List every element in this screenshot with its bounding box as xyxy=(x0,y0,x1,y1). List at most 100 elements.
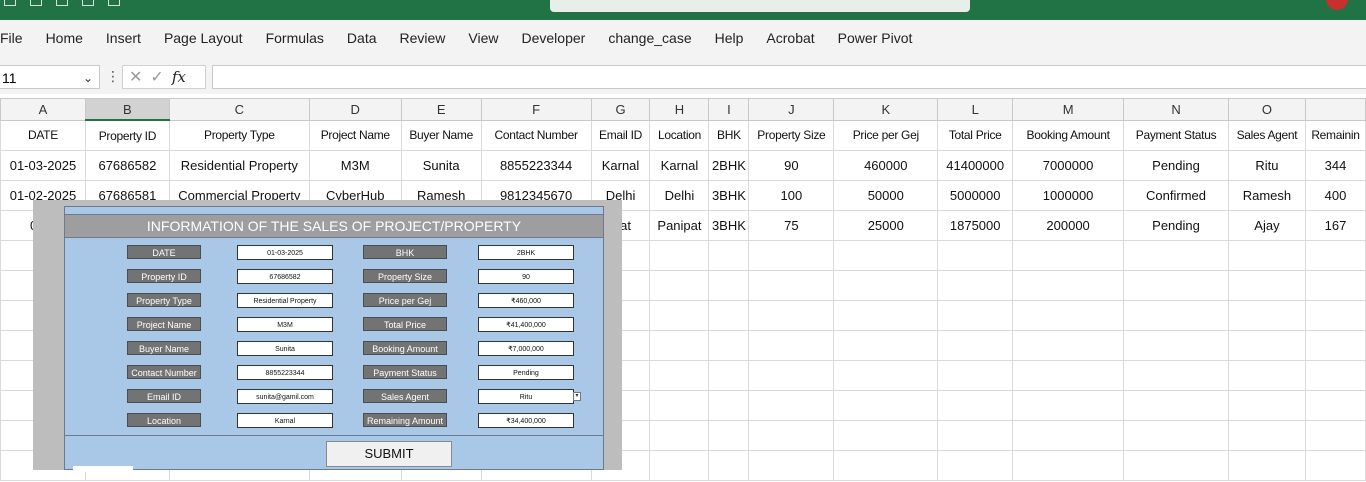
table-cell[interactable] xyxy=(937,300,1014,331)
header-cell[interactable]: Property ID xyxy=(84,119,170,151)
table-cell[interactable] xyxy=(1304,390,1366,421)
table-cell[interactable] xyxy=(649,270,710,301)
table-cell[interactable] xyxy=(1012,240,1125,271)
table-cell[interactable] xyxy=(708,240,750,271)
table-cell[interactable]: 460000 xyxy=(833,150,939,181)
search-box[interactable] xyxy=(550,0,970,12)
tab-formulas[interactable]: Formulas xyxy=(254,30,335,46)
table-cell[interactable] xyxy=(1304,240,1366,271)
table-cell[interactable] xyxy=(649,360,710,391)
column-header[interactable] xyxy=(1304,98,1366,121)
tab-acrobat[interactable]: Acrobat xyxy=(755,30,826,46)
remaining-amount-field[interactable]: ₹34,400,000 xyxy=(478,413,574,428)
column-header[interactable]: O xyxy=(1227,98,1306,121)
table-cell[interactable] xyxy=(708,390,750,421)
date-field[interactable]: 01-03-2025 xyxy=(237,245,333,260)
total-price-field[interactable]: ₹41,400,000 xyxy=(478,317,574,332)
table-cell[interactable] xyxy=(937,450,1014,481)
column-header[interactable]: A xyxy=(0,98,86,121)
new-file-icon[interactable] xyxy=(82,0,94,6)
table-cell[interactable]: Karnal xyxy=(590,150,651,181)
table-cell[interactable] xyxy=(833,330,939,361)
table-cell[interactable] xyxy=(748,420,835,451)
table-cell[interactable] xyxy=(1123,330,1229,361)
table-cell[interactable] xyxy=(1227,300,1306,331)
header-cell[interactable]: Price per Gej xyxy=(833,119,939,151)
table-cell[interactable]: 1000000 xyxy=(1012,180,1125,211)
column-header[interactable]: D xyxy=(308,98,402,121)
table-cell[interactable] xyxy=(1227,270,1306,301)
table-cell[interactable]: Sunita xyxy=(400,150,482,181)
table-cell[interactable] xyxy=(708,330,750,361)
chevron-down-icon[interactable]: ▾ xyxy=(573,392,581,401)
table-cell[interactable]: 75 xyxy=(748,210,835,241)
tab-insert[interactable]: Insert xyxy=(94,30,152,46)
table-cell[interactable]: Ritu xyxy=(1227,150,1306,181)
column-header[interactable]: H xyxy=(649,98,710,121)
table-cell[interactable]: 90 xyxy=(748,150,835,181)
table-cell[interactable] xyxy=(649,420,710,451)
table-cell[interactable] xyxy=(708,420,750,451)
table-cell[interactable]: 167 xyxy=(1304,210,1366,241)
table-cell[interactable]: 41400000 xyxy=(937,150,1014,181)
table-cell[interactable] xyxy=(649,450,710,481)
tab-help[interactable]: Help xyxy=(703,30,755,46)
column-header[interactable]: G xyxy=(590,98,651,121)
table-cell[interactable] xyxy=(1123,420,1229,451)
table-cell[interactable]: 01-03-2025 xyxy=(0,150,86,181)
table-cell[interactable]: Ramesh xyxy=(1227,180,1306,211)
table-cell[interactable] xyxy=(708,270,750,301)
tab-home[interactable]: Home xyxy=(34,30,94,46)
table-cell[interactable] xyxy=(1123,240,1229,271)
header-cell[interactable]: Property Type xyxy=(168,119,310,151)
header-cell[interactable]: Project Name xyxy=(308,119,402,151)
table-cell[interactable] xyxy=(748,240,835,271)
table-cell[interactable] xyxy=(937,420,1014,451)
insert-function-icon[interactable]: fx xyxy=(172,68,186,86)
table-cell[interactable] xyxy=(748,390,835,421)
table-cell[interactable] xyxy=(833,450,939,481)
formula-input[interactable] xyxy=(212,65,1366,89)
table-cell[interactable] xyxy=(1304,270,1366,301)
table-cell[interactable] xyxy=(1304,330,1366,361)
table-cell[interactable] xyxy=(937,270,1014,301)
tab-power-pivot[interactable]: Power Pivot xyxy=(826,30,924,46)
table-cell[interactable] xyxy=(1123,360,1229,391)
table-cell[interactable] xyxy=(649,330,710,361)
column-header[interactable]: K xyxy=(833,98,939,121)
undo-icon[interactable] xyxy=(30,0,42,6)
table-cell[interactable]: 3BHK xyxy=(708,210,750,241)
column-header[interactable]: F xyxy=(480,98,592,121)
project-name-field[interactable]: M3M xyxy=(237,317,333,332)
table-cell[interactable]: Panipat xyxy=(649,210,710,241)
print-icon[interactable] xyxy=(108,0,120,6)
header-cell[interactable]: Sales Agent xyxy=(1227,119,1306,151)
header-cell[interactable]: Booking Amount xyxy=(1012,119,1125,151)
submit-button[interactable]: SUBMIT xyxy=(326,441,452,467)
property-size-field[interactable]: 90 xyxy=(478,269,574,284)
table-cell[interactable] xyxy=(1012,330,1125,361)
header-cell[interactable]: BHK xyxy=(708,119,750,151)
table-cell[interactable] xyxy=(649,300,710,331)
table-cell[interactable] xyxy=(748,270,835,301)
header-cell[interactable]: Total Price xyxy=(937,119,1014,151)
tab-file[interactable]: File xyxy=(0,30,34,46)
table-cell[interactable] xyxy=(1012,360,1125,391)
table-cell[interactable]: Karnal xyxy=(649,150,710,181)
table-cell[interactable] xyxy=(708,360,750,391)
table-cell[interactable]: 344 xyxy=(1304,150,1366,181)
table-cell[interactable]: 3BHK xyxy=(708,180,750,211)
formula-bar-handle[interactable]: ⋮ xyxy=(106,68,120,85)
tab-page-layout[interactable]: Page Layout xyxy=(152,30,254,46)
table-cell[interactable] xyxy=(937,390,1014,421)
column-header[interactable]: N xyxy=(1123,98,1229,121)
sales-agent-select[interactable]: Ritu xyxy=(478,389,574,404)
save-icon[interactable] xyxy=(4,0,16,6)
chevron-down-icon[interactable]: ⌄ xyxy=(83,66,93,90)
column-header[interactable]: E xyxy=(400,98,482,121)
table-cell[interactable] xyxy=(649,240,710,271)
tab-data[interactable]: Data xyxy=(335,30,388,46)
table-cell[interactable] xyxy=(1227,360,1306,391)
column-header[interactable]: I xyxy=(708,98,750,121)
table-cell[interactable] xyxy=(1304,300,1366,331)
